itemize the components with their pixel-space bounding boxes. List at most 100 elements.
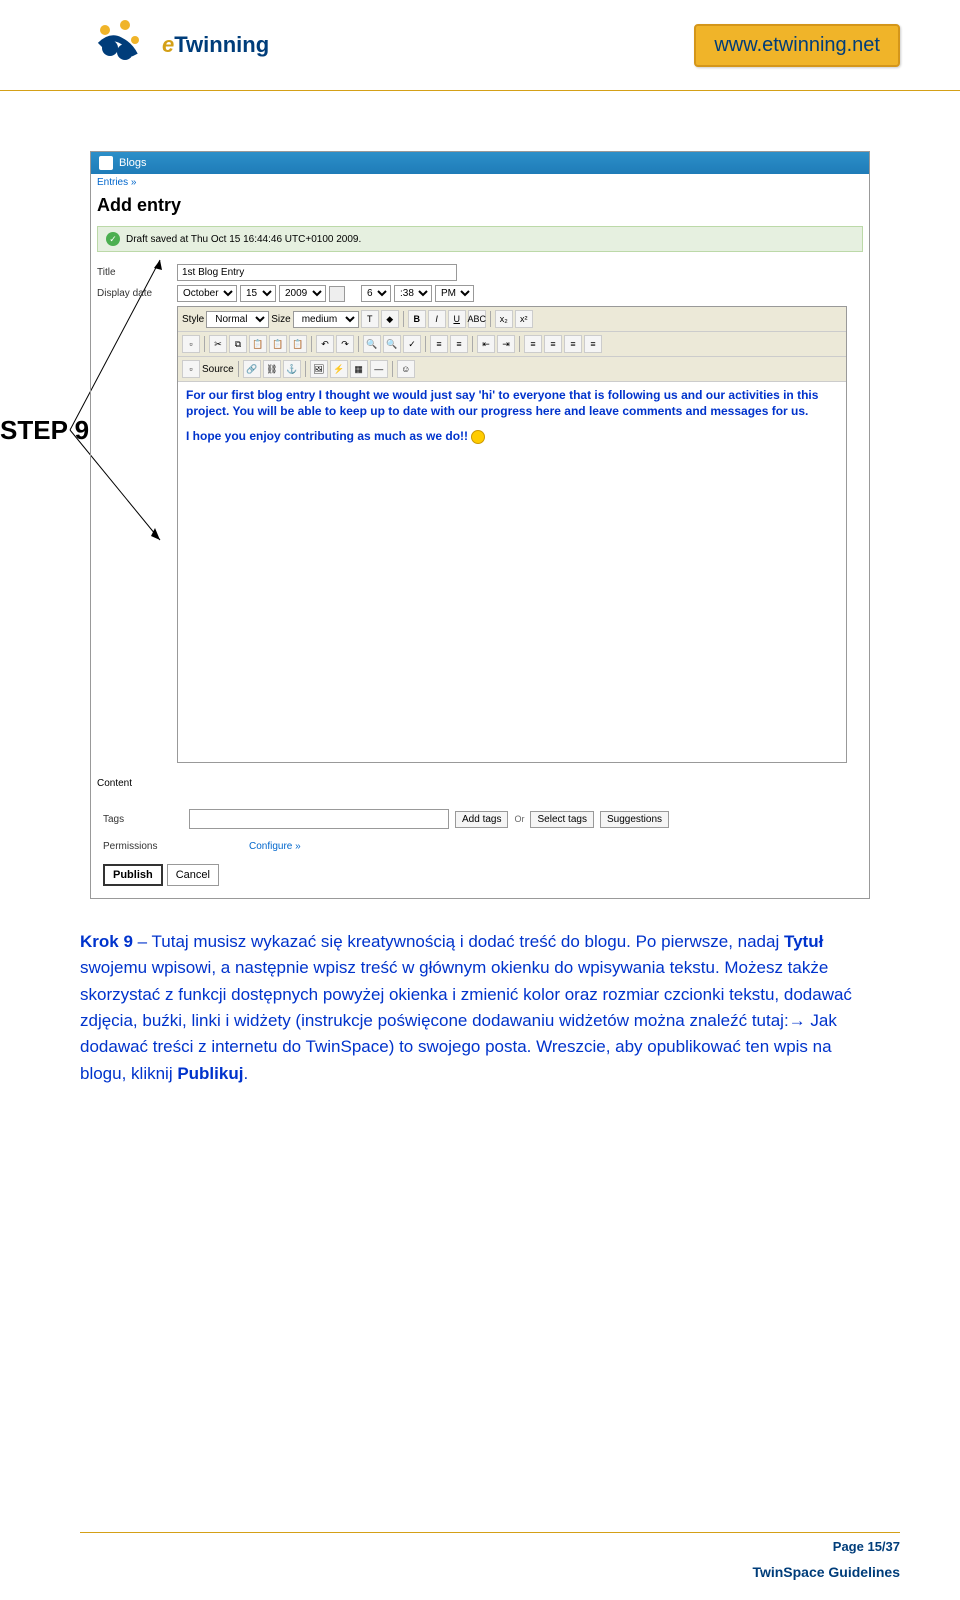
copy-icon[interactable]: ⧉ xyxy=(229,335,247,353)
sourcebtn-icon[interactable]: ▫ xyxy=(182,360,200,378)
display-date-label: Display date xyxy=(97,288,177,299)
newpage-icon[interactable]: ▫ xyxy=(182,335,200,353)
blogs-label: Blogs xyxy=(119,157,147,169)
ampm-select[interactable]: PM xyxy=(435,285,474,302)
align-right-icon[interactable]: ≡ xyxy=(564,335,582,353)
logo-text: eTwinning xyxy=(162,32,269,58)
content-label: Content xyxy=(97,778,132,789)
smiley-emoji-icon xyxy=(471,430,485,444)
calendar-icon[interactable] xyxy=(329,286,345,302)
anchor-icon[interactable]: ⚓ xyxy=(283,360,301,378)
subscript-icon[interactable]: x₂ xyxy=(495,310,513,328)
bold-icon[interactable]: B xyxy=(408,310,426,328)
bgcolor-icon[interactable]: ◆ xyxy=(381,310,399,328)
display-date-row: Display date October 15 2009 6 :38 PM xyxy=(97,285,863,302)
publikuj-bold: Publikuj xyxy=(177,1064,243,1083)
replace-icon[interactable]: 🔍 xyxy=(383,335,401,353)
flash-icon[interactable]: ⚡ xyxy=(330,360,348,378)
underline-icon[interactable]: U xyxy=(448,310,466,328)
toolbar-row-2: ▫ ✂ ⧉ 📋 📋 📋 ↶ ↷ 🔍 🔍 ✓ ≡ ≡ ⇤ ⇥ xyxy=(178,332,846,357)
smiley-icon[interactable]: ☺ xyxy=(397,360,415,378)
paste-icon[interactable]: 📋 xyxy=(249,335,267,353)
day-select[interactable]: 15 xyxy=(240,285,276,302)
indent-icon[interactable]: ⇥ xyxy=(497,335,515,353)
editor-content[interactable]: For our first blog entry I thought we wo… xyxy=(178,382,846,762)
minute-select[interactable]: :38 xyxy=(394,285,432,302)
permissions-row: Permissions Configure » xyxy=(97,835,863,858)
page-number: Page 15/37 xyxy=(80,1539,900,1554)
source-label[interactable]: Source xyxy=(202,364,234,375)
style-label: Style xyxy=(182,314,204,325)
tags-input[interactable] xyxy=(189,809,449,829)
body-span-1: – Tutaj musisz wykazać się kreatywnością… xyxy=(133,932,784,951)
hr-icon[interactable]: — xyxy=(370,360,388,378)
toolbar-row-1: Style Normal Size medium T ◆ B I U ABC x… xyxy=(178,307,846,332)
editor-paragraph-2: I hope you enjoy contributing as much as… xyxy=(186,429,838,444)
page-header: eTwinning www.etwinning.net xyxy=(0,0,960,91)
action-row: Publish Cancel xyxy=(97,858,863,892)
blogs-icon xyxy=(99,156,113,170)
ul-icon[interactable]: ≡ xyxy=(450,335,468,353)
add-entry-title: Add entry xyxy=(91,191,869,220)
body-span-3: . xyxy=(243,1064,248,1083)
outdent-icon[interactable]: ⇤ xyxy=(477,335,495,353)
guidelines-label: TwinSpace Guidelines xyxy=(80,1564,900,1580)
year-select[interactable]: 2009 xyxy=(279,285,326,302)
table-icon[interactable]: ▦ xyxy=(350,360,368,378)
krok-label: Krok 9 xyxy=(80,932,133,951)
tags-row: Tags Add tags Or Select tags Suggestions xyxy=(97,803,863,835)
find-icon[interactable]: 🔍 xyxy=(363,335,381,353)
draft-saved-text: Draft saved at Thu Oct 15 16:44:46 UTC+0… xyxy=(126,234,361,245)
italic-icon[interactable]: I xyxy=(428,310,446,328)
suggestions-button[interactable]: Suggestions xyxy=(600,811,669,828)
spell-icon[interactable]: ✓ xyxy=(403,335,421,353)
logo-icon xyxy=(80,10,160,80)
cut-icon[interactable]: ✂ xyxy=(209,335,227,353)
draft-saved-bar: ✓ Draft saved at Thu Oct 15 16:44:46 UTC… xyxy=(97,226,863,252)
editor: Style Normal Size medium T ◆ B I U ABC x… xyxy=(177,306,847,763)
add-tags-button[interactable]: Add tags xyxy=(455,811,508,828)
title-row: Title xyxy=(97,264,863,281)
unlink-icon[interactable]: ⛓ xyxy=(263,360,281,378)
hour-select[interactable]: 6 xyxy=(361,285,391,302)
select-tags-button[interactable]: Select tags xyxy=(530,811,593,828)
title-label: Title xyxy=(97,267,177,278)
superscript-icon[interactable]: x² xyxy=(515,310,533,328)
toolbar-row-3: ▫ Source 🔗 ⛓ ⚓ 🖼 ⚡ ▦ — ☺ xyxy=(178,357,846,382)
redo-icon[interactable]: ↷ xyxy=(336,335,354,353)
month-select[interactable]: October xyxy=(177,285,237,302)
link-icon[interactable]: 🔗 xyxy=(243,360,261,378)
or-text: Or xyxy=(514,814,524,824)
editor-paragraph-1: For our first blog entry I thought we wo… xyxy=(186,388,838,419)
style-select[interactable]: Normal xyxy=(206,311,269,328)
tags-label: Tags xyxy=(103,814,183,825)
body-text: Krok 9 – Tutaj musisz wykazać się kreaty… xyxy=(80,929,880,1087)
entries-link[interactable]: Entries » xyxy=(91,174,869,191)
strike-icon[interactable]: ABC xyxy=(468,310,486,328)
textcolor-icon[interactable]: T xyxy=(361,310,379,328)
paste-word-icon[interactable]: 📋 xyxy=(289,335,307,353)
url-badge: www.etwinning.net xyxy=(694,24,900,67)
publish-button[interactable]: Publish xyxy=(103,864,163,886)
align-left-icon[interactable]: ≡ xyxy=(524,335,542,353)
size-label: Size xyxy=(271,314,290,325)
align-justify-icon[interactable]: ≡ xyxy=(584,335,602,353)
title-input[interactable] xyxy=(177,264,457,281)
blogs-bar: Blogs xyxy=(91,152,869,174)
cancel-button[interactable]: Cancel xyxy=(167,864,219,886)
app-screenshot: Blogs Entries » Add entry ✓ Draft saved … xyxy=(90,151,870,899)
step-label: STEP 9 xyxy=(0,415,89,446)
tytul-bold: Tytuł xyxy=(784,932,823,951)
footer: Page 15/37 TwinSpace Guidelines xyxy=(80,1532,900,1580)
logo-rest: Twinning xyxy=(174,32,269,57)
check-icon: ✓ xyxy=(106,232,120,246)
logo: eTwinning xyxy=(80,10,269,80)
image-icon[interactable]: 🖼 xyxy=(310,360,328,378)
logo-e: e xyxy=(162,32,174,57)
ol-icon[interactable]: ≡ xyxy=(430,335,448,353)
configure-link[interactable]: Configure » xyxy=(249,841,301,852)
align-center-icon[interactable]: ≡ xyxy=(544,335,562,353)
undo-icon[interactable]: ↶ xyxy=(316,335,334,353)
size-select[interactable]: medium xyxy=(293,311,359,328)
paste-text-icon[interactable]: 📋 xyxy=(269,335,287,353)
